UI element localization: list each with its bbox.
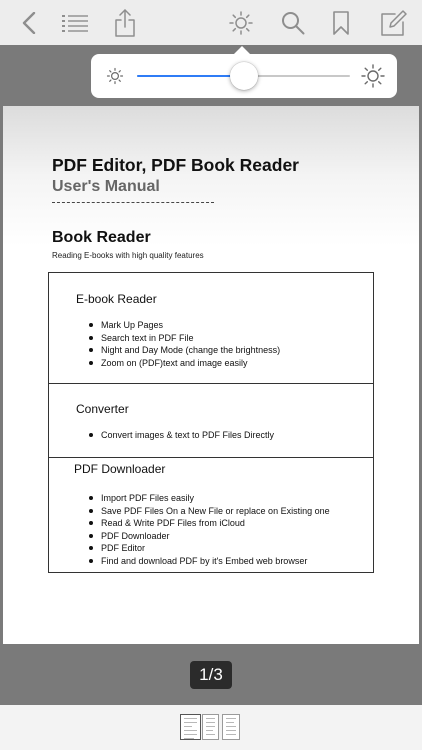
feature-cell-pdf-downloader: PDF Downloader Import PDF Files easily S… bbox=[49, 457, 373, 572]
share-button[interactable] bbox=[111, 0, 139, 45]
section-heading: Book Reader bbox=[52, 229, 151, 246]
document-page[interactable]: PDF Editor, PDF Book Reader User's Manua… bbox=[3, 106, 419, 644]
feature-list: Mark Up Pages Search text in PDF File Ni… bbox=[89, 319, 280, 369]
brightness-popover bbox=[91, 54, 397, 98]
feature-title: PDF Downloader bbox=[74, 462, 166, 476]
page-thumbnail[interactable] bbox=[202, 714, 219, 740]
document-subtitle: User's Manual bbox=[52, 178, 160, 195]
thumbnail-bar bbox=[0, 705, 422, 750]
list-item: PDF Editor bbox=[89, 542, 330, 555]
brightness-low-icon bbox=[106, 67, 124, 85]
search-icon bbox=[282, 11, 305, 34]
feature-title: E-book Reader bbox=[76, 292, 157, 306]
brightness-icon bbox=[229, 10, 253, 35]
list-icon bbox=[62, 14, 88, 32]
feature-list: Import PDF Files easily Save PDF Files O… bbox=[89, 492, 330, 568]
edit-icon bbox=[381, 9, 407, 36]
feature-cell-ebook-reader: E-book Reader Mark Up Pages Search text … bbox=[49, 273, 373, 383]
brightness-slider-fill bbox=[137, 75, 244, 77]
list-item: Convert images & text to PDF Files Direc… bbox=[89, 429, 274, 442]
feature-cell-converter: Converter Convert images & text to PDF F… bbox=[49, 383, 373, 457]
search-button[interactable] bbox=[279, 0, 307, 45]
list-button[interactable] bbox=[60, 0, 90, 45]
page-thumbnail[interactable] bbox=[180, 714, 201, 740]
bookmark-icon bbox=[333, 10, 349, 35]
brightness-button[interactable] bbox=[227, 0, 255, 45]
back-button[interactable] bbox=[14, 0, 44, 45]
brightness-slider-thumb[interactable] bbox=[229, 62, 258, 90]
share-icon bbox=[115, 8, 135, 37]
list-item: Find and download PDF by it's Embed web … bbox=[89, 555, 330, 568]
brightness-high-icon bbox=[361, 64, 385, 88]
edit-button[interactable] bbox=[379, 0, 409, 45]
document-title: PDF Editor, PDF Book Reader bbox=[52, 155, 299, 175]
list-item: Search text in PDF File bbox=[89, 332, 280, 345]
title-divider bbox=[52, 202, 214, 203]
list-item: Mark Up Pages bbox=[89, 319, 280, 332]
feature-list: Convert images & text to PDF Files Direc… bbox=[89, 429, 274, 442]
list-item: Import PDF Files easily bbox=[89, 492, 330, 505]
top-toolbar bbox=[0, 0, 422, 45]
list-item: PDF Downloader bbox=[89, 530, 330, 543]
list-item: Zoom on (PDF)text and image easily bbox=[89, 357, 280, 370]
list-item: Read & Write PDF Files from iCloud bbox=[89, 517, 330, 530]
page-indicator: 1/3 bbox=[190, 661, 232, 689]
bookmark-button[interactable] bbox=[327, 0, 355, 45]
list-item: Save PDF Files On a New File or replace … bbox=[89, 505, 330, 518]
page-thumbnail[interactable] bbox=[222, 714, 240, 740]
back-icon bbox=[22, 11, 36, 34]
section-subheading: Reading E-books with high quality featur… bbox=[52, 251, 204, 260]
feature-title: Converter bbox=[76, 402, 129, 416]
feature-table: E-book Reader Mark Up Pages Search text … bbox=[48, 272, 374, 573]
list-item: Night and Day Mode (change the brightnes… bbox=[89, 344, 280, 357]
